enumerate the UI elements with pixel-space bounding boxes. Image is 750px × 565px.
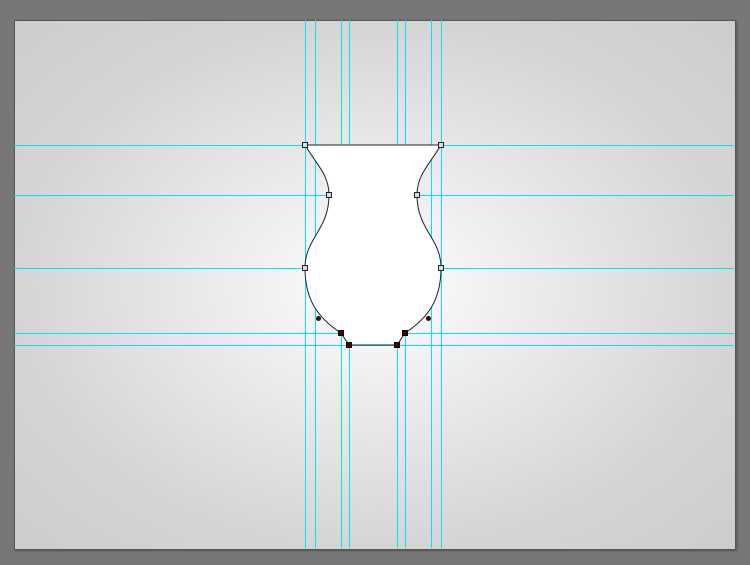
guide-horizontal[interactable] — [14, 345, 734, 346]
bezier-control-point[interactable] — [316, 316, 321, 321]
guide-horizontal[interactable] — [14, 195, 734, 196]
guide-vertical[interactable] — [397, 20, 398, 548]
anchor-point[interactable] — [302, 265, 308, 271]
guide-horizontal[interactable] — [14, 268, 734, 269]
anchor-point[interactable] — [438, 142, 444, 148]
guide-vertical[interactable] — [305, 20, 306, 548]
anchor-point[interactable] — [326, 192, 332, 198]
guide-vertical[interactable] — [431, 20, 432, 548]
bezier-control-point[interactable] — [426, 316, 431, 321]
anchor-point-selected[interactable] — [402, 330, 408, 336]
guide-vertical[interactable] — [315, 20, 316, 548]
anchor-point-selected[interactable] — [394, 342, 400, 348]
anchor-point[interactable] — [302, 142, 308, 148]
editor-stage — [0, 0, 750, 565]
guide-vertical[interactable] — [341, 20, 342, 548]
anchor-point[interactable] — [438, 265, 444, 271]
anchor-point[interactable] — [414, 192, 420, 198]
guide-horizontal[interactable] — [14, 333, 734, 334]
anchor-point-selected[interactable] — [338, 330, 344, 336]
artboard[interactable] — [14, 20, 736, 550]
guide-vertical[interactable] — [405, 20, 406, 548]
guide-vertical[interactable] — [441, 20, 442, 548]
guide-horizontal[interactable] — [14, 145, 734, 146]
guide-vertical[interactable] — [349, 20, 350, 548]
anchor-point-selected[interactable] — [346, 342, 352, 348]
